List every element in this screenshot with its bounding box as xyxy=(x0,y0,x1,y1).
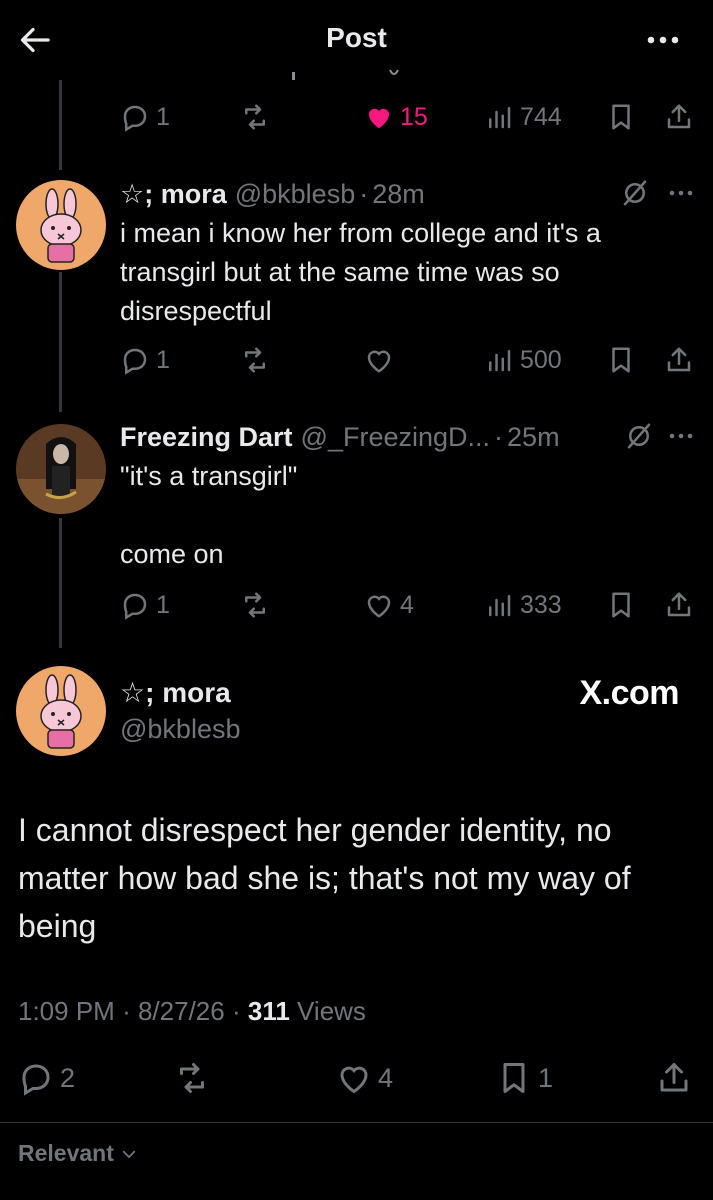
share-icon xyxy=(667,104,691,129)
views-count: 311 xyxy=(247,996,290,1026)
author-name[interactable]: ☆; mora xyxy=(120,676,231,709)
avatar-mora-main[interactable] xyxy=(16,666,106,756)
person-avatar-image xyxy=(16,424,106,514)
reply-icon xyxy=(123,105,147,132)
post-time[interactable]: 1:09 PM xyxy=(18,996,115,1026)
timestamp[interactable]: 28m xyxy=(372,179,425,210)
separator: · xyxy=(359,178,369,209)
truncated-text-remnant xyxy=(292,69,399,80)
bookmark-button[interactable] xyxy=(606,340,636,380)
author-name[interactable]: ☆; mora xyxy=(120,179,227,210)
avatar-mora[interactable] xyxy=(16,180,106,270)
bookmark-icon xyxy=(503,1063,525,1093)
heart-filled-icon xyxy=(368,108,390,129)
share-button[interactable] xyxy=(664,585,694,625)
heart-icon xyxy=(367,595,391,618)
bunny-avatar-image xyxy=(16,666,106,756)
author-handle[interactable]: @bkblesb xyxy=(120,714,240,745)
post-date[interactable]: 8/27/26 xyxy=(138,996,225,1026)
views-chart-icon xyxy=(489,107,511,129)
reply3-text: "it's a transgirl" come on xyxy=(120,461,298,569)
avatar-freezing-dart[interactable] xyxy=(16,424,106,514)
separator: · xyxy=(494,421,504,452)
repost-button[interactable] xyxy=(240,585,270,625)
reply2-text: i mean i know her from college and it's … xyxy=(120,218,609,326)
repost-icon xyxy=(245,104,265,130)
more-options-icon[interactable] xyxy=(666,178,696,208)
reply-button[interactable]: 1 xyxy=(120,97,170,137)
reply-icon xyxy=(22,1064,50,1096)
reply2-header: ☆; mora @bkblesb · 28m xyxy=(120,176,425,212)
share-button[interactable] xyxy=(664,340,694,380)
separator: · xyxy=(122,996,131,1026)
views-label: Views xyxy=(297,996,366,1026)
post-metadata: 1:09 PM · 8/27/26 · 311 Views xyxy=(18,996,366,1027)
page-title: Post xyxy=(326,22,387,53)
sort-replies-dropdown[interactable]: Relevant xyxy=(18,1140,138,1167)
main-post-text: I cannot disrespect her gender identity,… xyxy=(18,812,631,944)
bookmark-button[interactable] xyxy=(606,585,636,625)
bookmark-icon xyxy=(612,104,630,130)
views-button[interactable]: 500 xyxy=(484,340,562,380)
separator: · xyxy=(231,996,241,1026)
share-button[interactable] xyxy=(656,1058,692,1098)
thread-line xyxy=(59,272,62,412)
reply1-action-bar: 1 15 744 xyxy=(120,97,700,137)
more-options-icon[interactable] xyxy=(643,22,683,58)
views-chart-icon xyxy=(489,595,511,617)
repost-button[interactable] xyxy=(240,97,270,137)
author-handle[interactable]: @bkblesb xyxy=(235,179,355,210)
more-options-icon[interactable] xyxy=(666,421,696,451)
reply3-header: Freezing Dart @_FreezingD... · 25m xyxy=(120,419,560,455)
repost-button[interactable] xyxy=(240,340,270,380)
bookmark-button[interactable] xyxy=(606,97,636,137)
main-action-bar: 2 4 1 xyxy=(18,1058,698,1102)
thread-line xyxy=(59,518,62,648)
chevron-down-icon xyxy=(122,1150,136,1158)
reply-icon xyxy=(123,593,147,620)
like-button[interactable] xyxy=(364,340,394,380)
like-button[interactable]: 15 xyxy=(364,97,428,137)
timestamp[interactable]: 25m xyxy=(507,422,560,453)
bookmark-icon xyxy=(612,592,630,618)
reply-icon xyxy=(123,348,147,375)
thread-line xyxy=(59,80,62,170)
heart-icon xyxy=(340,1066,368,1094)
repost-button[interactable] xyxy=(174,1058,210,1098)
grok-icon[interactable] xyxy=(624,421,654,451)
repost-icon xyxy=(180,1063,204,1093)
reply3-action-bar: 1 4 333 xyxy=(120,585,700,625)
reply2-action-bar: 1 500 xyxy=(120,340,700,380)
repost-icon xyxy=(245,592,265,618)
views-button[interactable]: 333 xyxy=(484,585,562,625)
reply-button[interactable]: 1 xyxy=(120,340,170,380)
bookmark-icon xyxy=(612,347,630,373)
bookmark-button[interactable]: 1 xyxy=(496,1058,553,1098)
heart-icon xyxy=(367,350,391,373)
share-icon xyxy=(667,347,691,372)
divider xyxy=(0,1122,713,1123)
bunny-avatar-image xyxy=(16,180,106,270)
share-icon xyxy=(667,592,691,617)
views-chart-icon xyxy=(489,350,511,372)
share-icon xyxy=(660,1063,688,1092)
views-button[interactable]: 744 xyxy=(484,97,562,137)
reply-button[interactable]: 2 xyxy=(18,1058,75,1098)
reply-button[interactable]: 1 xyxy=(120,585,170,625)
grok-icon[interactable] xyxy=(620,178,650,208)
sort-label: Relevant xyxy=(18,1140,114,1166)
like-button[interactable]: 4 xyxy=(364,585,414,625)
x-com-watermark: X.com xyxy=(579,674,679,712)
author-name[interactable]: Freezing Dart xyxy=(120,422,293,453)
author-handle[interactable]: @_FreezingD... xyxy=(301,422,490,453)
like-button[interactable]: 4 xyxy=(336,1058,393,1098)
share-button[interactable] xyxy=(664,97,694,137)
repost-icon xyxy=(245,347,265,373)
